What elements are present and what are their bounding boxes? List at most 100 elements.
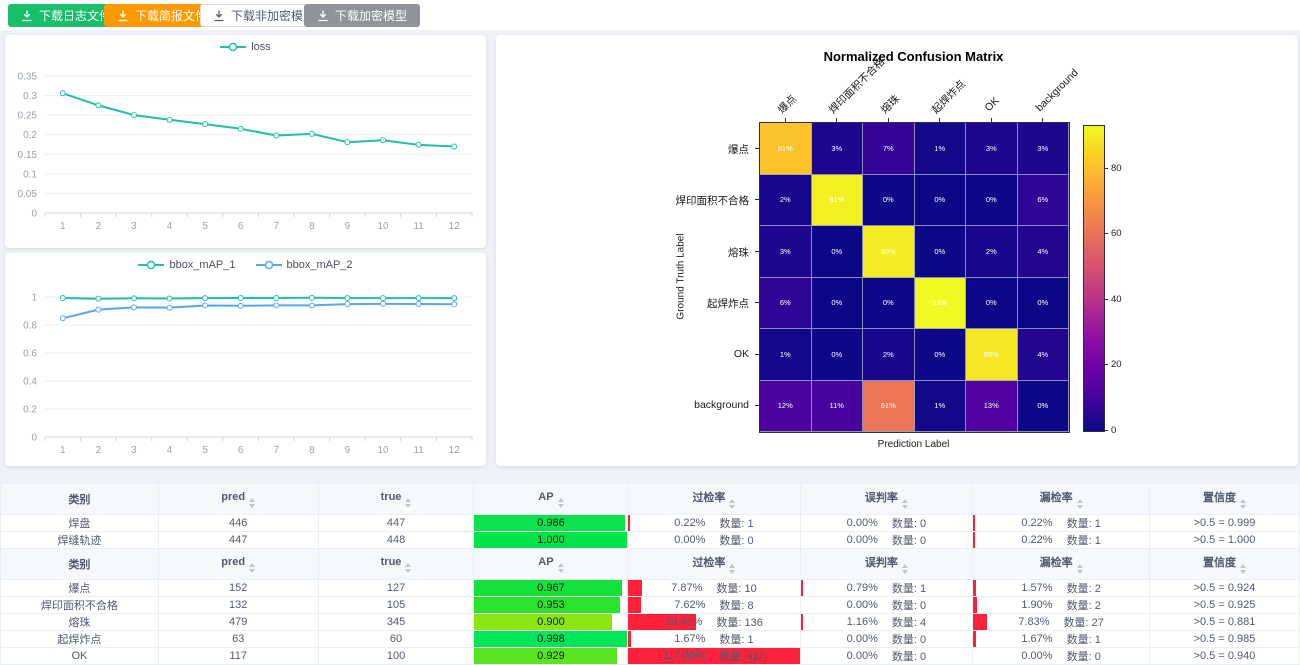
y-tick-label: 0.8 xyxy=(23,321,37,332)
data-point xyxy=(60,316,65,321)
x-tick-label: 5 xyxy=(202,221,208,232)
overkill-count: 数量: 1 xyxy=(719,631,753,647)
cell-confidence: >0.5 = 0.924 xyxy=(1149,580,1299,597)
misjudge-count: 数量: 0 xyxy=(892,515,926,531)
data-point xyxy=(131,305,136,310)
col-header-ap[interactable]: AP xyxy=(474,484,628,515)
data-point xyxy=(238,295,243,300)
col-header-overkill-rate[interactable]: 过检率 xyxy=(628,484,800,515)
legend-marker-icon xyxy=(138,260,164,270)
cell-confidence: >0.5 = 0.881 xyxy=(1149,614,1299,631)
matrix-cell: 81% xyxy=(760,123,812,175)
matrix-cell: 0% xyxy=(966,278,1018,330)
data-point xyxy=(309,303,314,308)
sort-caret-icon[interactable] xyxy=(249,563,255,573)
x-tick-label: 9 xyxy=(345,445,351,456)
data-point xyxy=(345,140,350,145)
col-header-misjudge-rate[interactable]: 误判率 xyxy=(800,484,973,515)
misjudge-count: 数量: 0 xyxy=(892,532,926,548)
download-icon xyxy=(117,10,129,22)
sort-caret-icon[interactable] xyxy=(729,499,735,509)
col-header-miss-rate[interactable]: 漏检率 xyxy=(973,549,1150,580)
table-row: 起焊炸点63600.9981.67%数量: 10.00%数量: 01.67%数量… xyxy=(1,631,1300,648)
matrix-cell: 61% xyxy=(863,381,915,433)
data-point xyxy=(238,126,243,131)
col-header-miss-rate[interactable]: 漏检率 xyxy=(973,484,1150,515)
cell-overkill: 117.00%数量: 117 xyxy=(628,648,800,665)
sort-caret-icon[interactable] xyxy=(249,498,255,508)
overkill-percent: 1.67% xyxy=(674,633,705,645)
cell-true: 127 xyxy=(318,580,474,597)
col-header-label: true xyxy=(381,556,402,568)
matrix-column-label: 熔珠 xyxy=(877,92,902,117)
sort-caret-icon[interactable] xyxy=(558,498,564,508)
matrix-row-label: 熔珠 xyxy=(496,245,749,260)
x-tick-label: 10 xyxy=(377,445,389,456)
matrix-cell: 6% xyxy=(760,278,812,330)
cell-ap: 0.953 xyxy=(474,597,628,614)
sort-caret-icon[interactable] xyxy=(902,499,908,509)
sort-caret-icon[interactable] xyxy=(1077,499,1083,509)
col-header-ap[interactable]: AP xyxy=(474,549,628,580)
col-header-label: 漏检率 xyxy=(1040,557,1073,569)
button-label: 下载非加密模型 xyxy=(231,10,315,22)
legend-item[interactable]: bbox_mAP_1 xyxy=(138,259,235,271)
ap-value: 0.967 xyxy=(474,582,627,594)
chart-legend: bbox_mAP_1 bbox_mAP_2 xyxy=(5,259,486,271)
x-tick-label: 8 xyxy=(309,445,315,456)
header-row: 类别predtrueAP过检率误判率漏检率置信度 xyxy=(1,549,1300,580)
overkill-percent: 7.87% xyxy=(671,582,702,594)
col-header-overkill-rate[interactable]: 过检率 xyxy=(628,549,800,580)
sort-caret-icon[interactable] xyxy=(1240,499,1246,509)
col-header-true[interactable]: true xyxy=(318,549,474,580)
confusion-matrix-title: Normalized Confusion Matrix xyxy=(759,49,1068,64)
legend-item[interactable]: bbox_mAP_2 xyxy=(256,259,353,271)
cell-misjudge: 0.00%数量: 0 xyxy=(800,648,973,665)
matrix-row-label: 爆点 xyxy=(496,142,749,157)
sort-caret-icon[interactable] xyxy=(405,498,411,508)
cell-true: 100 xyxy=(318,648,474,665)
legend-item[interactable]: loss xyxy=(220,41,271,53)
sort-caret-icon[interactable] xyxy=(1240,564,1246,574)
matrix-x-axis-label: Prediction Label xyxy=(759,439,1068,450)
y-tick-label: 0.25 xyxy=(18,111,38,122)
matrix-cell: 0% xyxy=(863,175,915,227)
toolbar: 下载日志文件 下载简报文件 下载非加密模型 下载加密模型 xyxy=(0,0,1300,30)
data-point xyxy=(274,133,279,138)
map-chart-card: bbox_mAP_1bbox_mAP_2 00.20.40.60.8112345… xyxy=(5,253,486,466)
col-header-label: 类别 xyxy=(68,494,90,506)
sort-caret-icon[interactable] xyxy=(729,564,735,574)
col-header-confidence[interactable]: 置信度 xyxy=(1149,484,1299,515)
matrix-cell: 0% xyxy=(915,226,967,278)
x-tick-label: 2 xyxy=(96,221,102,232)
x-tick-label: 1 xyxy=(60,221,66,232)
cell-miss: 1.90%数量: 2 xyxy=(973,597,1150,614)
sort-caret-icon[interactable] xyxy=(405,563,411,573)
colorbar-tick xyxy=(1104,233,1108,234)
ap-value: 0.998 xyxy=(474,633,627,645)
x-tick-label: 11 xyxy=(413,445,424,456)
matrix-cell: 0% xyxy=(812,226,864,278)
data-point xyxy=(381,296,386,301)
matrix-cell: 0% xyxy=(915,175,967,227)
x-tick-label: 3 xyxy=(131,221,137,232)
sort-caret-icon[interactable] xyxy=(558,563,564,573)
cell-confidence: >0.5 = 0.985 xyxy=(1149,631,1299,648)
col-header-true[interactable]: true xyxy=(318,484,474,515)
data-point xyxy=(96,307,101,312)
col-header-pred[interactable]: pred xyxy=(158,549,318,580)
sort-caret-icon[interactable] xyxy=(902,564,908,574)
sort-caret-icon[interactable] xyxy=(1077,564,1083,574)
cell-true: 447 xyxy=(318,515,474,532)
download-encrypted-model-button[interactable]: 下载加密模型 xyxy=(304,4,420,27)
x-tick-label: 12 xyxy=(449,221,461,232)
col-header-pred[interactable]: pred xyxy=(158,484,318,515)
col-header-misjudge-rate[interactable]: 误判率 xyxy=(800,549,973,580)
col-header-confidence[interactable]: 置信度 xyxy=(1149,549,1299,580)
data-point xyxy=(167,305,172,310)
x-tick-label: 6 xyxy=(238,221,244,232)
data-point xyxy=(274,303,279,308)
cell-ap: 1.000 xyxy=(474,532,628,549)
x-tick-label: 7 xyxy=(274,221,280,232)
colorbar-tick xyxy=(1104,299,1108,300)
